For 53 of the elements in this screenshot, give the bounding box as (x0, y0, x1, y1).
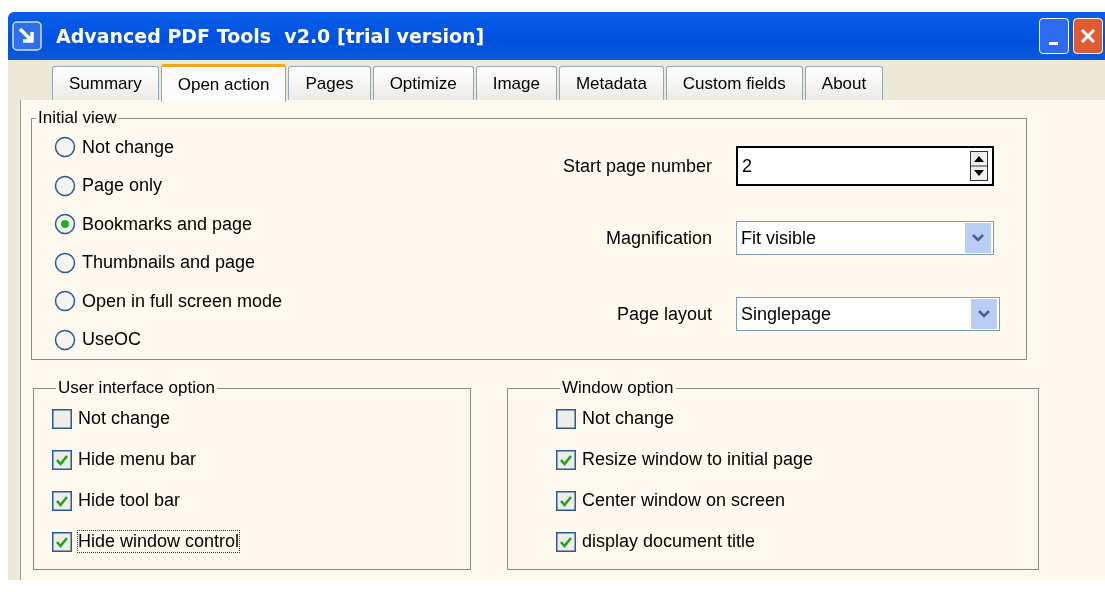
minimize-icon (1048, 41, 1058, 45)
checkbox[interactable] (52, 531, 72, 552)
checkbox-label: display document title (582, 531, 756, 552)
window-title: Advanced PDF Tools v2.0 [trial version] (56, 25, 485, 47)
field-label: Page layout (615, 303, 712, 325)
radio-button[interactable] (54, 174, 76, 197)
radio-button[interactable] (54, 136, 76, 159)
group-title: User interface option (57, 378, 216, 398)
chevron-down-icon[interactable] (965, 223, 991, 253)
checkbox-label: Not change (582, 408, 675, 429)
checkbox-label: Hide menu bar (78, 449, 197, 470)
radio-button[interactable] (54, 251, 76, 274)
checkbox[interactable] (556, 490, 576, 511)
tab[interactable]: Summary (52, 66, 159, 100)
radio-label: Not change (82, 136, 175, 158)
checkbox[interactable] (52, 408, 72, 429)
radio-label: Bookmarks and page (82, 213, 253, 235)
tab[interactable]: Pages (288, 66, 371, 100)
dropdown[interactable]: Singlepage (736, 297, 1000, 331)
close-button[interactable] (1073, 18, 1103, 54)
tab[interactable]: About (804, 66, 884, 100)
close-icon (1078, 26, 1098, 46)
radio-button[interactable] (54, 213, 76, 236)
tab[interactable]: Open action (160, 64, 287, 102)
tab[interactable]: Image (475, 66, 557, 100)
radio-label: UseOC (82, 329, 141, 351)
minimize-button[interactable] (1039, 18, 1069, 54)
group-title: Window option (561, 378, 675, 398)
tab[interactable]: Metadata (558, 66, 664, 100)
field-label: Magnification (604, 227, 712, 249)
checkbox-label: Center window on screen (582, 490, 786, 511)
tab[interactable]: Custom fields (665, 66, 803, 100)
checkbox-label: Hide tool bar (78, 490, 181, 511)
checkbox[interactable] (52, 490, 72, 511)
number-field[interactable]: 2 (736, 146, 994, 186)
checkbox[interactable] (556, 449, 576, 470)
checkbox[interactable] (556, 408, 576, 429)
checkbox-label: Resize window to initial page (582, 449, 814, 470)
dropdown[interactable]: Fit visible (736, 221, 994, 255)
tab[interactable]: Optimize (372, 66, 474, 100)
radio-label: Thumbnails and page (82, 252, 256, 274)
checkbox[interactable] (556, 531, 576, 552)
radio-button[interactable] (54, 290, 76, 313)
radio-button[interactable] (54, 328, 76, 351)
chevron-down-icon[interactable] (971, 299, 997, 329)
spinner-icon[interactable] (970, 151, 988, 181)
checkbox[interactable] (52, 449, 72, 470)
radio-label: Page only (82, 175, 163, 197)
radio-label: Open in full screen mode (82, 290, 283, 312)
group-title: Initial view (37, 108, 118, 128)
checkbox-label: Hide window control (78, 531, 240, 552)
checkbox-label: Not change (78, 408, 171, 429)
field-label: Start page number (561, 155, 712, 177)
